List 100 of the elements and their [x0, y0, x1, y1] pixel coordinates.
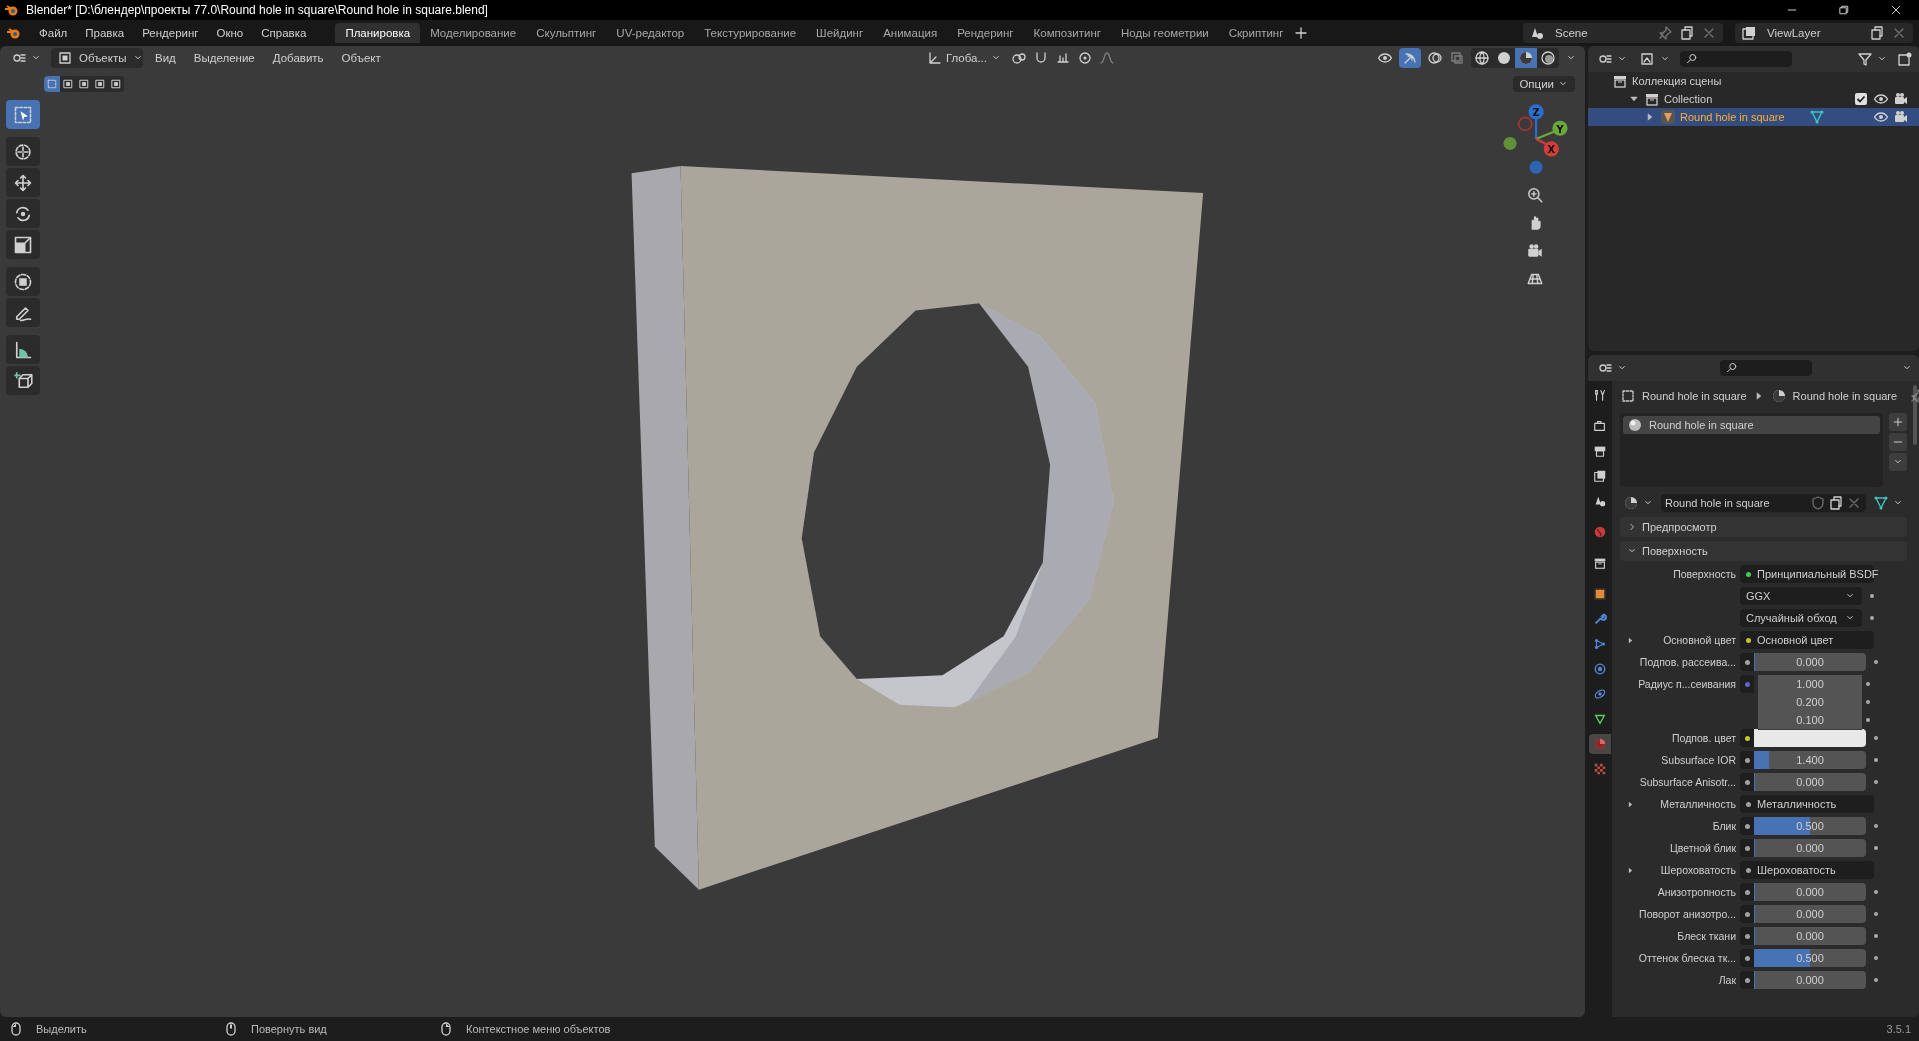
proportional-edit-icon[interactable]	[1077, 50, 1093, 66]
tool-button[interactable]	[6, 168, 40, 197]
number-slider[interactable]: 0.000	[1754, 927, 1866, 945]
workspace-tab[interactable]: Скриптинг	[1218, 23, 1294, 43]
tool-button[interactable]	[6, 137, 40, 166]
new-collection-icon[interactable]	[1897, 51, 1913, 67]
number-slider[interactable]: 0.000	[1754, 773, 1866, 791]
number-slider[interactable]: 0.500	[1754, 949, 1866, 967]
keyframe-dot[interactable]	[1874, 934, 1878, 938]
socket-button[interactable]	[1740, 883, 1754, 901]
socket-button[interactable]	[1740, 971, 1754, 989]
menu-item[interactable]: Объект	[335, 52, 387, 64]
remove-slot-button[interactable]	[1889, 433, 1907, 451]
workspace-tab[interactable]: Композитинг	[1023, 23, 1111, 43]
search-field[interactable]	[1720, 360, 1812, 376]
workspace-tab[interactable]: Шейдинг	[806, 23, 874, 43]
menu-item[interactable]: Файл	[32, 27, 75, 39]
keyframe-dot[interactable]	[1874, 846, 1878, 850]
menu-item[interactable]: Добавить	[266, 52, 330, 64]
keyframe-dot[interactable]	[1874, 780, 1878, 784]
number-slider[interactable]: 0.500	[1754, 817, 1866, 835]
material-slot[interactable]: Round hole in square	[1623, 416, 1880, 434]
menu-item[interactable]: Рендеринг	[135, 27, 206, 39]
copy-icon[interactable]	[1679, 25, 1695, 41]
eye-icon[interactable]	[1873, 109, 1889, 125]
socket-button[interactable]	[1740, 729, 1754, 747]
number-slider[interactable]: 0.000	[1754, 905, 1866, 923]
keyframe-dot[interactable]	[1870, 594, 1874, 598]
number-slider[interactable]: 1.400	[1754, 751, 1866, 769]
outliner-row[interactable]: Коллекция сцены	[1588, 72, 1919, 90]
keyframe-dot[interactable]	[1874, 824, 1878, 828]
add-slot-button[interactable]	[1889, 413, 1907, 431]
keyframe-dot[interactable]	[1874, 912, 1878, 916]
number-slider[interactable]: 0.000	[1754, 971, 1866, 989]
tool-button[interactable]	[6, 335, 40, 364]
scene-selector[interactable]: Scene	[1523, 23, 1723, 43]
color-swatch[interactable]	[1754, 729, 1866, 747]
expand-triangle-icon[interactable]	[1626, 865, 1635, 875]
panel-header[interactable]: Поверхность	[1620, 541, 1907, 561]
panel-header[interactable]: Предпросмотр	[1620, 517, 1907, 537]
workspace-tab[interactable]: Планировка	[335, 23, 421, 43]
socket-button[interactable]	[1740, 949, 1754, 967]
copy-icon[interactable]	[1828, 495, 1844, 511]
mesh-drawing[interactable]	[631, 166, 1204, 890]
search-field[interactable]	[1680, 51, 1792, 67]
select-mode-button[interactable]	[44, 76, 60, 92]
socket-button[interactable]	[1740, 905, 1754, 923]
number-slider[interactable]: 0.000	[1754, 653, 1866, 671]
falloff-icon[interactable]	[1099, 50, 1115, 66]
tool-button[interactable]	[6, 267, 40, 296]
keyframe-dot[interactable]	[1866, 700, 1870, 704]
mesh-data-icon[interactable]	[1808, 109, 1825, 125]
menu-item[interactable]: Справка	[254, 27, 314, 39]
gizmo-toggle[interactable]	[1399, 48, 1421, 68]
options-dropdown[interactable]: Опции	[1513, 76, 1575, 92]
menu-item[interactable]: Правка	[78, 27, 132, 39]
workspace-tab[interactable]: Скульптинг	[526, 23, 607, 43]
input-link-field[interactable]: Металличность	[1740, 795, 1874, 813]
keyframe-dot[interactable]	[1870, 616, 1874, 620]
socket-button[interactable]	[1740, 751, 1754, 769]
input-link-field[interactable]: Шероховатость	[1740, 861, 1874, 879]
socket-button[interactable]	[1740, 927, 1754, 945]
pin-icon[interactable]	[1657, 25, 1673, 41]
expand-triangle-icon[interactable]	[1626, 635, 1635, 645]
orientation-dropdown[interactable]: Глоба...	[923, 48, 1005, 68]
mode-dropdown[interactable]: Объекты	[51, 48, 143, 68]
magnet-icon[interactable]	[1033, 50, 1049, 66]
menu-item[interactable]: Вид	[149, 52, 182, 64]
keyframe-dot[interactable]	[1866, 718, 1870, 722]
number-field[interactable]: 0.100	[1758, 711, 1862, 730]
socket-button[interactable]	[1740, 839, 1754, 857]
visibility-icon[interactable]	[1377, 50, 1393, 66]
outliner-row[interactable]: Round hole in square	[1588, 108, 1919, 126]
number-slider[interactable]: 0.000	[1754, 883, 1866, 901]
keyframe-dot[interactable]	[1874, 890, 1878, 894]
copy-icon[interactable]	[1869, 25, 1885, 41]
tool-button[interactable]	[6, 366, 40, 395]
socket-button[interactable]	[1740, 817, 1754, 835]
keyframe-dot[interactable]	[1874, 736, 1878, 740]
workspace-tab[interactable]: Рендеринг	[947, 23, 1024, 43]
expand-triangle-icon[interactable]	[1626, 799, 1635, 809]
socket-button[interactable]	[1740, 653, 1754, 671]
checkbox[interactable]	[1853, 91, 1869, 107]
overlay-icon[interactable]	[1427, 50, 1443, 66]
workspace-tab[interactable]: Текстурирование	[694, 23, 807, 43]
material-name-field[interactable]: Round hole in square	[1661, 494, 1866, 512]
tool-button[interactable]	[6, 199, 40, 228]
workspace-tab[interactable]: UV-редактор	[606, 23, 695, 43]
number-slider[interactable]: 0.000	[1754, 839, 1866, 857]
menu-item[interactable]: Выделение	[187, 52, 261, 64]
tool-button[interactable]	[6, 298, 40, 327]
workspace-tab[interactable]: Ноды геометрии	[1111, 23, 1219, 43]
input-link-field[interactable]: Основной цвет	[1740, 631, 1874, 649]
blender-menu-icon[interactable]	[6, 25, 22, 41]
axis-gizmo[interactable]: Z Y X	[1497, 100, 1573, 176]
shading-button[interactable]	[1515, 48, 1537, 68]
tool-button[interactable]	[6, 230, 40, 259]
xray-icon[interactable]	[1449, 50, 1465, 66]
keyframe-dot[interactable]	[1874, 956, 1878, 960]
pivot-icon[interactable]	[1011, 50, 1027, 66]
